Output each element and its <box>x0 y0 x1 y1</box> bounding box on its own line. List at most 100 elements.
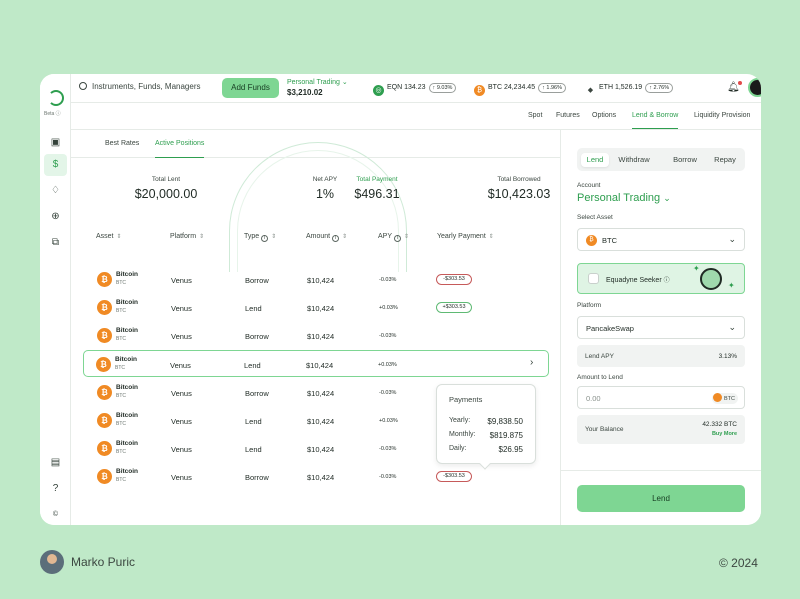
table-row[interactable]: ₿ Bitcoin BTC Venus Borrow $10,424 -0.03% <box>85 322 560 349</box>
chevron-right-icon[interactable]: › <box>530 357 533 368</box>
asset-symbol: BTC <box>116 393 126 399</box>
info-icon: i <box>394 235 402 242</box>
platform-cell: Venus <box>171 332 192 341</box>
asset-name: Bitcoin <box>116 412 139 419</box>
ticker-eth[interactable]: ◆ ETH 1,526.19 ↑ 2.76% <box>585 83 674 96</box>
mode-repay[interactable]: Repay <box>707 153 743 167</box>
yearly-payment-badge: -$303.53 <box>436 471 472 482</box>
amount-cell: $10,424 <box>307 389 335 398</box>
col-asset-header[interactable]: Asset ⇕ <box>96 233 122 240</box>
sparkle-icon: ✦ <box>728 281 735 290</box>
account-switcher[interactable]: Personal Trading ⌄ $3,210.02 <box>287 78 348 97</box>
asset-symbol: BTC <box>115 365 125 371</box>
tooltip-yearly: Yearly: $9,838.50 <box>449 417 523 426</box>
sort-icon: ⇕ <box>116 234 122 240</box>
asset-name: Bitcoin <box>116 271 139 278</box>
amount-unit-chip: BTC <box>712 393 738 404</box>
tooltip-daily: Daily: $26.95 <box>449 445 523 454</box>
lend-form: Lend Withdraw Borrow Repay Account Perso… <box>560 130 761 525</box>
sort-icon: ⇕ <box>342 234 348 240</box>
asset-name: Bitcoin <box>116 440 139 447</box>
avatar[interactable] <box>748 78 761 97</box>
copyright: © 2024 <box>719 556 758 570</box>
change-badge: ↑ 2.76% <box>645 83 674 93</box>
col-type-header[interactable]: Type i ⇕ <box>244 233 276 242</box>
ticker-btc[interactable]: ₿ BTC 24,234.45 ↑ 1.96% <box>474 83 566 96</box>
asset-symbol: BTC <box>116 449 126 455</box>
ticker-eqn[interactable]: ◎ EQN 134.23 ↑ 9.03% <box>373 83 457 96</box>
col-platform-header[interactable]: Platform ⇕ <box>170 233 204 240</box>
asset-name: Bitcoin <box>116 384 139 391</box>
bell-icon[interactable]: 🔔︎ <box>727 81 742 93</box>
amount-cell: $10,424 <box>306 361 334 370</box>
asset-symbol: BTC <box>116 477 126 483</box>
asset-symbol: BTC <box>116 280 126 286</box>
table-row[interactable]: ₿ Bitcoin BTC Venus Lend $10,424 +0.03% › <box>83 350 549 377</box>
copyright-icon: © <box>52 511 59 518</box>
btc-coin-icon: ₿ <box>97 469 112 484</box>
mode-withdraw[interactable]: Withdraw <box>613 153 655 167</box>
handshake-icon[interactable]: ♢ <box>47 182 64 199</box>
amount-cell: $10,424 <box>307 276 335 285</box>
sparkle-icon: ✦ <box>693 264 700 273</box>
amount-input[interactable]: 0.00 BTC <box>577 386 745 409</box>
table-row[interactable]: ₿ Bitcoin BTC Venus Borrow $10,424 -0.03% -$303… <box>85 463 560 490</box>
btc-coin-icon: ₿ <box>97 413 112 428</box>
tab-futures[interactable]: Futures <box>556 112 580 119</box>
dollar-icon[interactable]: $ <box>44 154 67 176</box>
tab-spot[interactable]: Spot <box>528 112 542 119</box>
layout-icon[interactable]: ▣ <box>47 134 64 151</box>
help-icon[interactable]: ? <box>47 480 64 497</box>
tab-liquidity-provision[interactable]: Liquidity Provision <box>694 112 750 119</box>
table-row[interactable]: ₿ Bitcoin BTC Venus Borrow $10,424 -0.03% -$303… <box>85 266 560 293</box>
platform-select[interactable]: PancakeSwap ⌄ <box>577 316 745 339</box>
total-payment-stat: Total Payment $496.31 <box>354 176 400 201</box>
yearly-payment-badge: -$303.53 <box>436 274 472 285</box>
mode-lend[interactable]: Lend <box>581 153 609 167</box>
apy-cell: -0.03% <box>379 333 397 339</box>
add-circle-icon[interactable]: ⊕ <box>47 208 64 225</box>
type-cell: Lend <box>245 417 262 426</box>
platform-label: Platform <box>577 302 602 309</box>
col-apy-header[interactable]: APY i ⇕ <box>378 233 409 242</box>
asset-symbol: BTC <box>116 308 126 314</box>
search-icon <box>79 82 87 90</box>
chevron-down-icon: ⌄ <box>663 193 671 203</box>
asset-select[interactable]: ₿ BTC ⌄ <box>577 228 745 251</box>
brand-logo-icon[interactable] <box>48 90 64 106</box>
col-amount-header[interactable]: Amount i ⇕ <box>306 233 347 242</box>
account-select[interactable]: Personal Trading ⌄ <box>577 192 671 204</box>
platform-cell: Venus <box>171 276 192 285</box>
document-icon[interactable]: ▤ <box>47 454 64 471</box>
tab-options[interactable]: Options <box>592 112 616 119</box>
search-input[interactable]: Instruments, Funds, Managers <box>79 82 201 91</box>
asset-name: Bitcoin <box>116 468 139 475</box>
info-icon: i <box>261 235 269 242</box>
platform-cell: Venus <box>171 473 192 482</box>
mode-borrow[interactable]: Borrow <box>665 153 705 167</box>
table-row[interactable]: ₿ Bitcoin BTC Venus Lend $10,424 +0.03% +$303.5… <box>85 294 560 321</box>
tab-best-rates[interactable]: Best Rates <box>105 140 139 147</box>
apy-cell: -0.03% <box>379 390 397 396</box>
add-funds-button[interactable]: Add Funds <box>222 78 279 98</box>
divider <box>561 470 761 471</box>
payments-tooltip: Payments Yearly: $9,838.50 Monthly: $819.8… <box>436 384 536 470</box>
book-icon[interactable]: ⧉ <box>47 234 64 251</box>
author-avatar <box>40 550 64 574</box>
asset-name: Bitcoin <box>116 327 139 334</box>
market-tabs: Spot Futures Options Lend & Borrow Liqui… <box>71 103 761 130</box>
amount-cell: $10,424 <box>307 332 335 341</box>
btc-coin-icon: ₿ <box>97 385 112 400</box>
buy-more-link[interactable]: Buy More <box>712 431 737 437</box>
apy-cell: +0.03% <box>378 362 397 368</box>
tab-lend-borrow[interactable]: Lend & Borrow <box>632 112 679 129</box>
equadyne-seeker-toggle[interactable]: Equadyne Seeker ⓘ ✦ ✦ <box>577 263 745 294</box>
btc-coin-icon: ₿ <box>97 300 112 315</box>
amount-cell: $10,424 <box>307 417 335 426</box>
lend-button[interactable]: Lend <box>577 485 745 512</box>
seeker-checkbox[interactable] <box>588 273 599 284</box>
col-yearly-payment-header[interactable]: Yearly Payment ⇕ <box>437 233 494 240</box>
tab-active-positions[interactable]: Active Positions <box>155 140 205 158</box>
type-cell: Borrow <box>245 332 269 341</box>
lend-apy-row: Lend APY 3.13% <box>577 345 745 367</box>
